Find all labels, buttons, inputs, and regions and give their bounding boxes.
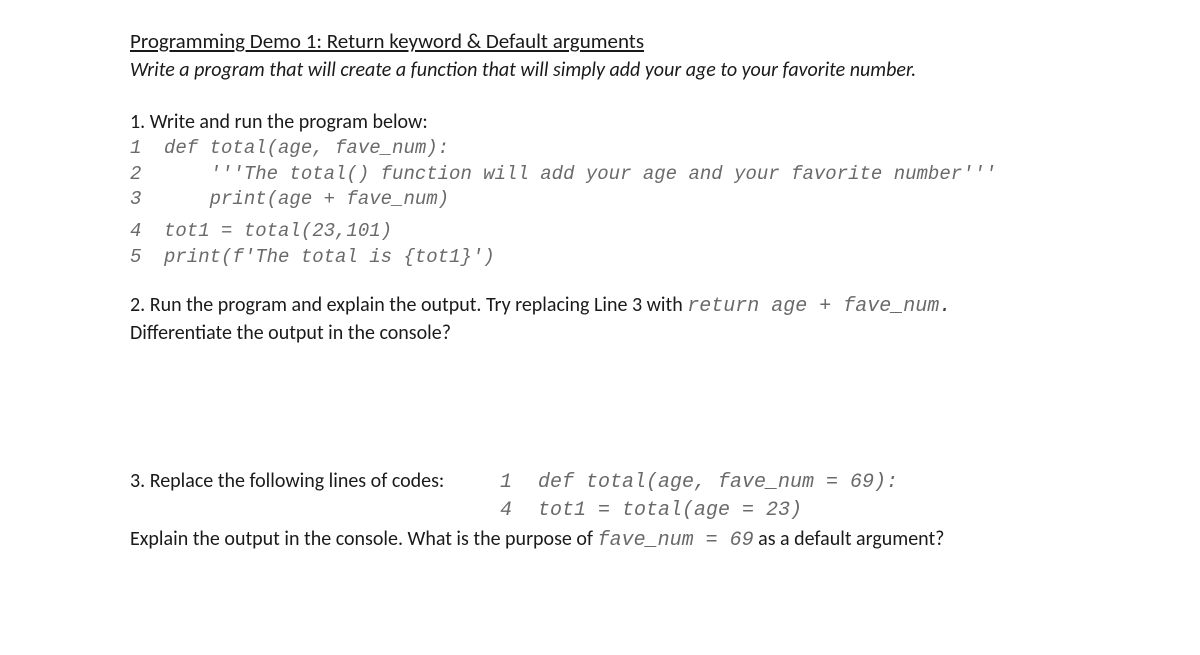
- step-3-block: 3. Replace the following lines of codes:…: [130, 467, 1070, 555]
- code-block-1: 1 def total(age, fave_num): 2 '''The tot…: [130, 136, 1070, 270]
- page-subtitle: Write a program that will create a funct…: [130, 58, 1070, 82]
- code-text: tot1 = total(age = 23): [538, 497, 802, 525]
- line-number: 4: [130, 219, 164, 245]
- step-3-line-4: 4 tot1 = total(age = 23): [130, 497, 1070, 525]
- code-text: print(age + fave_num): [164, 187, 449, 213]
- line-number: 4: [500, 497, 538, 525]
- inline-code: fave_num = 69: [598, 529, 754, 552]
- code-text: tot1 = total(23,101): [164, 219, 392, 245]
- step-3-line-1: 3. Replace the following lines of codes:…: [130, 467, 1070, 497]
- code-line: 1 def total(age, fave_num):: [130, 136, 1070, 162]
- line-number: 2: [130, 162, 164, 188]
- step-2-text: 2. Run the program and explain the outpu…: [130, 292, 1070, 347]
- line-number: 1: [500, 469, 538, 497]
- code-line: 5 print(f'The total is {tot1}'): [130, 245, 1070, 271]
- step-1-heading: 1. Write and run the program below:: [130, 110, 1070, 134]
- page-title: Programming Demo 1: Return keyword & Def…: [130, 28, 1070, 54]
- code-line: 4 tot1 = total(23,101): [130, 219, 1070, 245]
- code-text: '''The total() function will add your ag…: [164, 162, 996, 188]
- line-number: 5: [130, 245, 164, 271]
- document-page: Programming Demo 1: Return keyword & Def…: [0, 0, 1200, 655]
- code-text: def total(age, fave_num = 69):: [538, 469, 898, 497]
- explain-pre: Explain the output in the console. What …: [130, 527, 598, 551]
- code-text: print(f'The total is {tot1}'): [164, 245, 495, 271]
- code-line: 2 '''The total() function will add your …: [130, 162, 1070, 188]
- code-line: 3 print(age + fave_num): [130, 187, 1070, 213]
- inline-code-dot: .: [939, 295, 951, 318]
- line-number: 3: [130, 187, 164, 213]
- code-text: def total(age, fave_num):: [164, 136, 449, 162]
- step-2-pre: 2. Run the program and explain the outpu…: [130, 293, 687, 317]
- step-3-explain: Explain the output in the console. What …: [130, 525, 1070, 555]
- step-2-post: Differentiate the output in the console?: [130, 321, 451, 345]
- inline-code: return age + fave_num: [687, 295, 939, 318]
- explain-post: as a default argument?: [754, 527, 945, 551]
- line-number: 1: [130, 136, 164, 162]
- step-3-lead: 3. Replace the following lines of codes:: [130, 467, 500, 495]
